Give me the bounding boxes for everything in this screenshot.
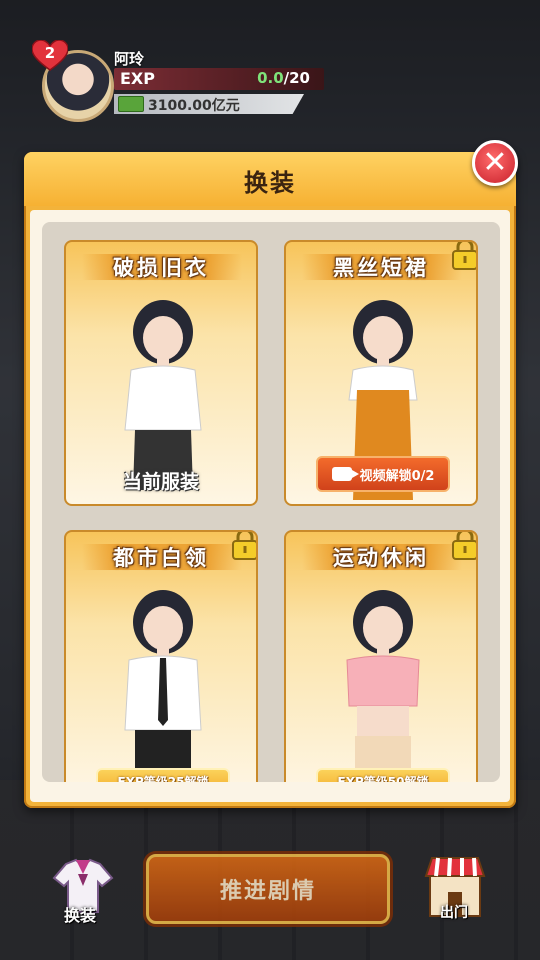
video-unlock-label: 视频解锁0/2	[359, 468, 435, 484]
cash-icon	[118, 96, 144, 112]
video-camera-icon	[331, 467, 359, 481]
outfit-card-3[interactable]: 运动休闲 EXP等级50解锁	[284, 530, 478, 782]
current-outfit-label: 当前服装	[122, 471, 199, 493]
outfit-title: 都市白领	[113, 546, 209, 570]
character-illustration	[124, 590, 202, 780]
modal-title: 换装	[244, 169, 296, 197]
advance-story-button[interactable]: 推进剧情	[146, 854, 390, 924]
outfit-grid: 破损旧衣 当前服装 黑丝短裙 视频解锁0/2 都市白领 EXP等级25解锁 运动…	[42, 222, 500, 782]
exp-unlock-label: EXP等级25解锁	[96, 768, 230, 782]
exp-max: /20	[283, 69, 310, 87]
player-profile: 2 阿玲 EXP 0.0/20 3100.00亿元	[32, 40, 342, 126]
money-bar: 3100.00亿元	[114, 94, 304, 114]
outfit-title: 破损旧衣	[113, 256, 209, 280]
lock-icon	[232, 532, 256, 560]
character-illustration	[346, 590, 420, 782]
outfit-button-label[interactable]: 换装	[48, 902, 112, 926]
exp-bar: EXP 0.0/20	[114, 68, 324, 90]
exp-label: EXP	[120, 69, 155, 88]
outfit-title: 黑丝短裙	[333, 256, 429, 280]
player-level: 2	[44, 44, 56, 62]
close-icon: ✕	[482, 145, 508, 180]
lock-icon	[452, 242, 476, 270]
outfit-card-2[interactable]: 都市白领 EXP等级25解锁	[64, 530, 258, 782]
go-out-label[interactable]: 出门	[424, 902, 484, 922]
video-unlock-button[interactable]: 视频解锁0/2	[316, 456, 450, 492]
close-button[interactable]: ✕	[472, 140, 518, 186]
exp-value: 0.0/20	[257, 69, 310, 87]
modal-body: 破损旧衣 当前服装 黑丝短裙 视频解锁0/2 都市白领 EXP等级25解锁 运动…	[30, 210, 510, 802]
lock-icon	[452, 532, 476, 560]
exp-current: 0.0	[257, 69, 284, 87]
outfit-card-0[interactable]: 破损旧衣 当前服装	[64, 240, 258, 506]
player-name: 阿玲	[114, 50, 145, 68]
modal-header: 换装	[24, 152, 516, 206]
outfit-card-1[interactable]: 黑丝短裙 视频解锁0/2	[284, 240, 478, 506]
money-amount: 3100.00亿元	[148, 98, 240, 114]
outfit-modal: 换装 ✕ 破损旧衣 当前服装 黑丝短裙 视频解锁0/2 都市白领 EXP等级25…	[24, 140, 518, 808]
outfit-title: 运动休闲	[333, 546, 429, 570]
exp-unlock-label: EXP等级50解锁	[316, 768, 450, 782]
